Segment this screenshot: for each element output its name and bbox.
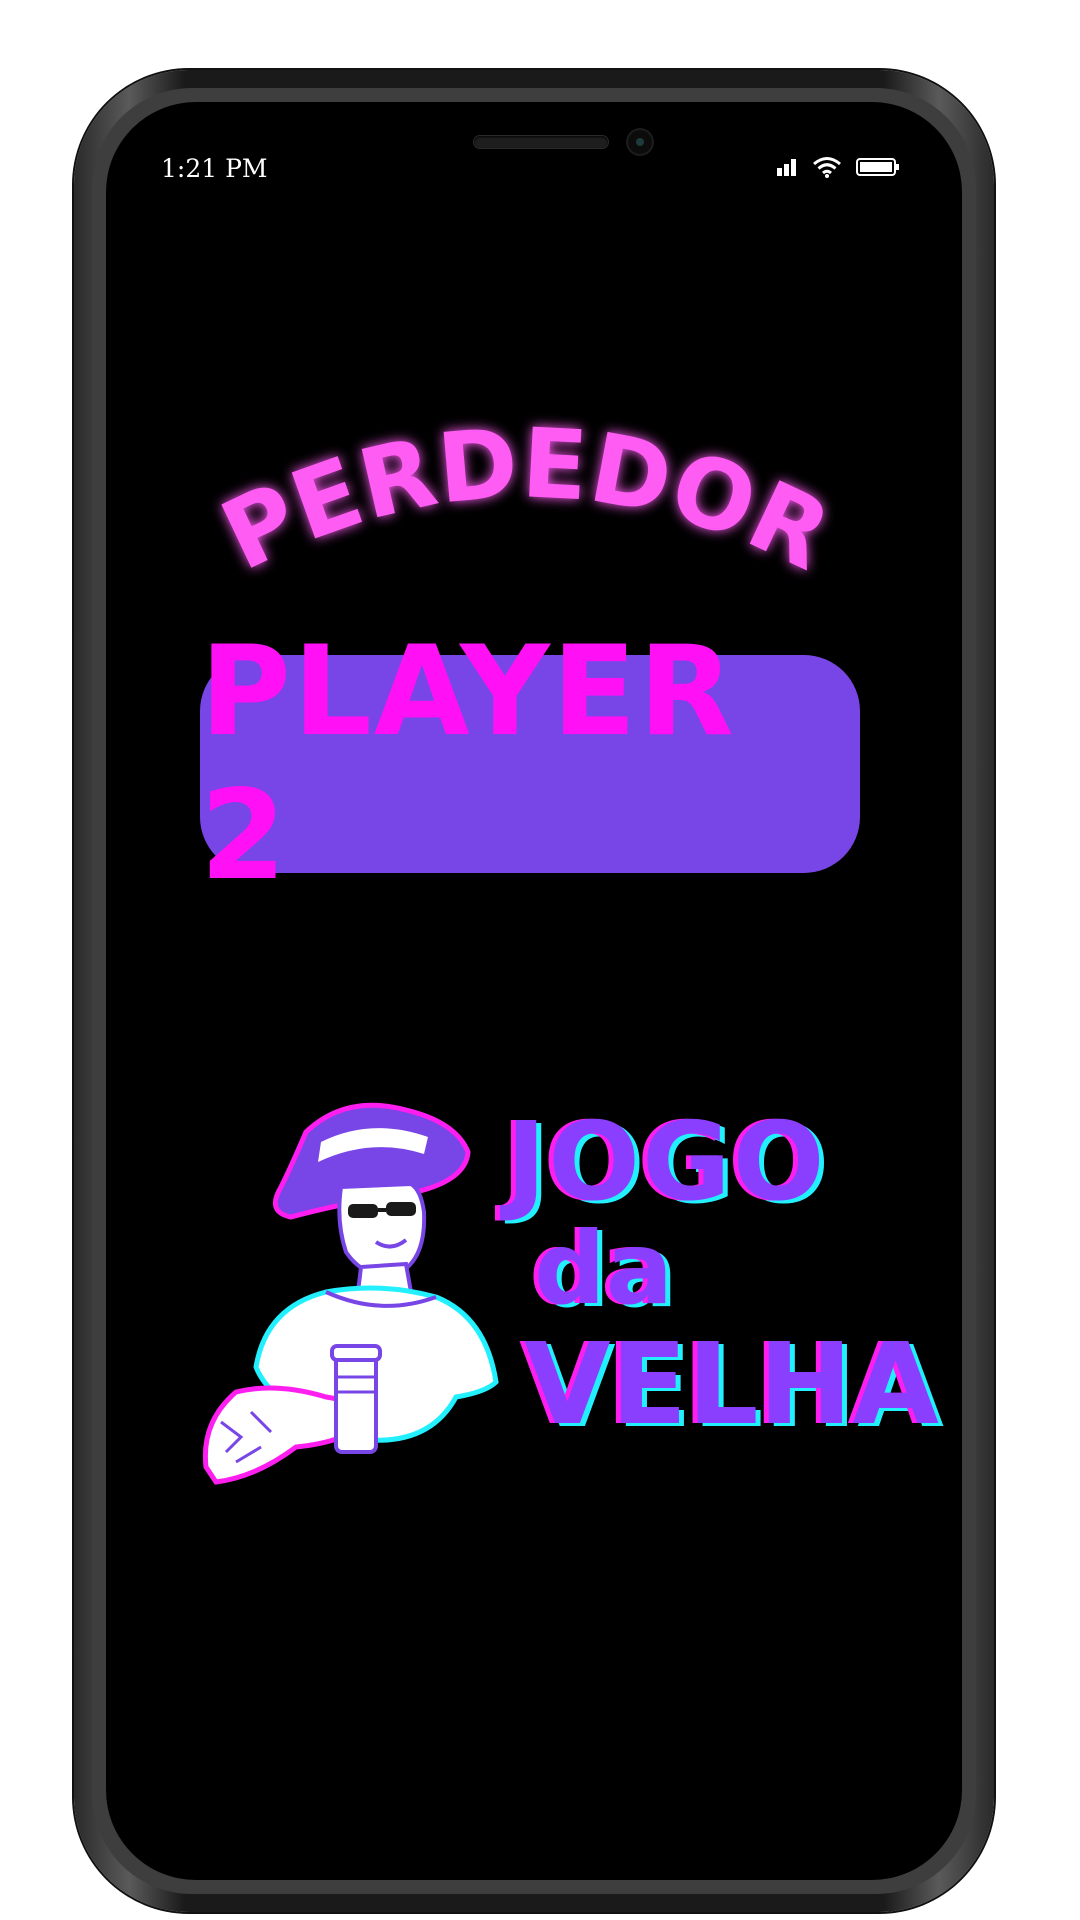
- svg-text:PERDEDOR: PERDEDOR: [205, 407, 846, 592]
- game-logo: JOGO da VELHA: [196, 1092, 939, 1492]
- status-time: 1:21 PM: [161, 154, 268, 183]
- player-label: PLAYER 2: [200, 620, 736, 908]
- result-title-text: PERDEDOR: [205, 407, 846, 592]
- status-icons: [776, 156, 900, 178]
- signal-icon: [777, 159, 796, 176]
- screen: 1:21 PM PERDEDOR PLAYER 2 JOGO da VELHA: [106, 102, 962, 1880]
- front-camera: [628, 130, 652, 154]
- logo-jogo-text: JOGO: [506, 1100, 827, 1225]
- logo-da-text: da: [534, 1210, 674, 1327]
- phone-frame: 1:21 PM PERDEDOR PLAYER 2 JOGO da VELHA: [74, 70, 994, 1912]
- wifi-icon: [813, 157, 841, 178]
- phone-bezel: 1:21 PM PERDEDOR PLAYER 2 JOGO da VELHA: [92, 88, 976, 1894]
- battery-icon: [856, 158, 899, 176]
- player-badge: PLAYER 2: [200, 620, 860, 908]
- speaker-grille: [474, 136, 608, 148]
- old-lady-illustration: [202, 1102, 499, 1485]
- logo-velha-text: VELHA: [524, 1320, 939, 1450]
- result-title: PERDEDOR: [186, 342, 866, 622]
